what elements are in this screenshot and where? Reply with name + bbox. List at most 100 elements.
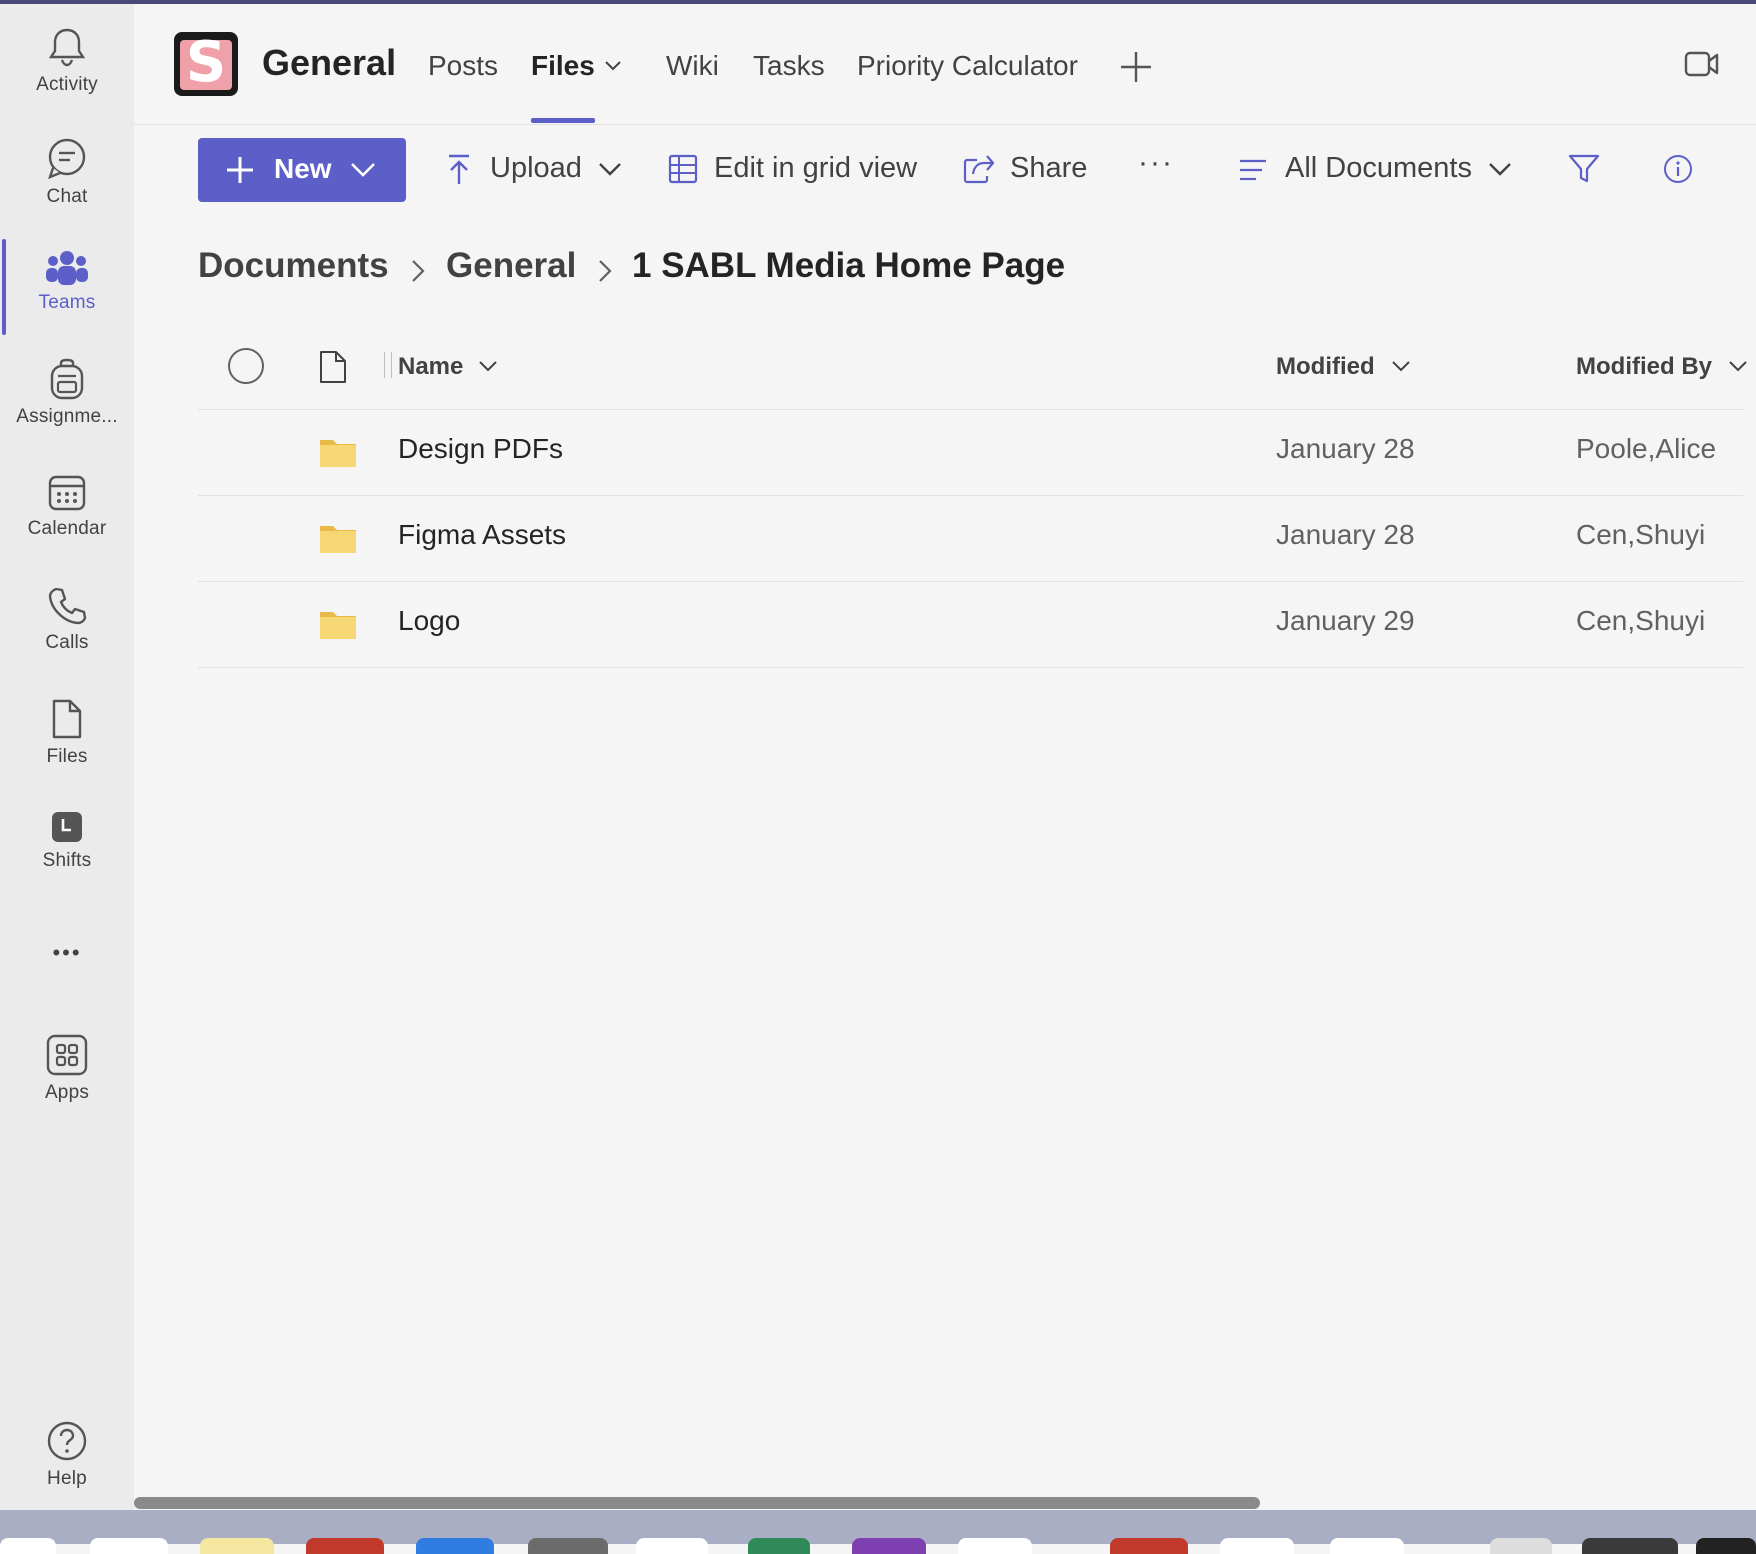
dock-app-icon[interactable] <box>1220 1538 1294 1554</box>
breadcrumb-documents[interactable]: Documents <box>198 246 389 286</box>
rail-help-label: Help <box>47 1468 87 1489</box>
dock-app-icon[interactable] <box>1490 1538 1552 1554</box>
dock-app-icon[interactable] <box>636 1538 708 1554</box>
app-rail: Activity Chat Teams Assignme... Calendar… <box>0 4 134 1510</box>
grid-icon[interactable] <box>668 154 698 184</box>
rail-teams[interactable]: Teams <box>0 250 134 314</box>
rail-apps-label: Apps <box>44 1082 90 1103</box>
rail-teams-label: Teams <box>38 292 96 313</box>
dock-app-icon[interactable] <box>416 1538 494 1554</box>
column-header-modified[interactable]: Modified <box>1276 353 1375 381</box>
channel-header: S General Posts Files Wiki Tasks Priorit… <box>134 4 1756 125</box>
dock-app-icon[interactable] <box>748 1538 810 1554</box>
rail-chat-label: Chat <box>46 186 88 207</box>
dock-app-icon[interactable] <box>306 1538 384 1554</box>
teams-icon <box>46 251 88 285</box>
phone-icon <box>48 587 87 625</box>
dock-app-icon[interactable] <box>1330 1538 1404 1554</box>
rail-shifts[interactable]: Shifts <box>0 810 134 872</box>
chevron-down-icon[interactable] <box>1728 360 1748 372</box>
rail-help[interactable]: Help <box>0 1420 134 1490</box>
tab-tasks[interactable]: Tasks <box>753 50 825 82</box>
tab-priority-calculator[interactable]: Priority Calculator <box>857 50 1078 82</box>
rail-assignments[interactable]: Assignme... <box>0 358 134 428</box>
channel-title: General <box>262 42 397 83</box>
share-icon[interactable] <box>963 154 995 184</box>
row-modified: January 29 <box>1276 605 1415 636</box>
row-name[interactable]: Design PDFs <box>398 433 563 465</box>
new-button-label: New <box>274 153 332 184</box>
rail-activity[interactable]: Activity <box>0 26 134 96</box>
dock-app-icon[interactable] <box>852 1538 926 1554</box>
dock-app-icon[interactable] <box>0 1538 56 1554</box>
plus-icon <box>227 157 253 183</box>
new-button[interactable]: New <box>198 138 406 202</box>
column-resize-handle[interactable] <box>384 352 392 378</box>
dock-app-icon[interactable] <box>528 1538 608 1554</box>
video-call-icon[interactable] <box>1684 50 1720 78</box>
add-tab-icon[interactable] <box>1119 50 1153 84</box>
tab-files[interactable]: Files <box>531 50 595 82</box>
row-modified-by: Cen,Shuyi <box>1576 519 1706 550</box>
chevron-down-icon[interactable] <box>604 60 622 72</box>
bell-icon <box>48 28 86 67</box>
team-logo-letter: S <box>185 32 227 95</box>
share-button[interactable]: Share <box>1010 152 1087 185</box>
dock-app-icon[interactable] <box>1696 1538 1756 1554</box>
apps-icon <box>46 1034 88 1076</box>
dock-app-icon[interactable] <box>200 1538 274 1554</box>
tab-posts[interactable]: Posts <box>428 50 498 82</box>
rail-calendar-label: Calendar <box>27 518 107 539</box>
rail-calls[interactable]: Calls <box>0 586 134 654</box>
rail-files[interactable]: Files <box>0 698 134 768</box>
breadcrumb-current-folder: 1 SABL Media Home Page <box>632 246 1066 285</box>
chevron-down-icon[interactable] <box>1391 360 1411 372</box>
os-dock <box>0 1510 1756 1554</box>
chevron-right-icon <box>412 260 425 282</box>
view-options-icon[interactable] <box>1238 158 1268 182</box>
chevron-down-icon[interactable] <box>1488 162 1512 176</box>
row-name[interactable]: Figma Assets <box>398 519 566 551</box>
horizontal-scrollbar[interactable] <box>134 1497 1260 1509</box>
row-name[interactable]: Logo <box>398 605 460 637</box>
file-icon <box>52 699 82 739</box>
rail-assignments-label: Assignme... <box>16 406 118 427</box>
info-icon[interactable] <box>1663 154 1693 184</box>
breadcrumb-general[interactable]: General <box>446 246 576 286</box>
column-header-modified-by[interactable]: Modified By <box>1576 353 1712 381</box>
rail-chat[interactable]: Chat <box>0 138 134 208</box>
header-divider <box>198 409 1743 410</box>
rail-more-button[interactable]: ••• <box>0 940 134 966</box>
column-header-name[interactable]: Name <box>398 353 463 381</box>
rail-apps[interactable]: Apps <box>0 1034 134 1104</box>
folder-icon <box>320 440 356 467</box>
filter-icon[interactable] <box>1568 154 1600 184</box>
file-type-icon <box>320 351 346 383</box>
rail-files-label: Files <box>46 746 88 767</box>
chevron-down-icon[interactable] <box>598 162 622 176</box>
row-modified-by: Cen,Shuyi <box>1576 605 1706 636</box>
row-divider <box>198 667 1743 668</box>
tab-wiki[interactable]: Wiki <box>666 50 719 82</box>
dock-app-icon[interactable] <box>1110 1538 1188 1554</box>
more-options-button[interactable]: ··· <box>1138 146 1174 180</box>
dock-app-icon[interactable] <box>958 1538 1032 1554</box>
dock-app-icon[interactable] <box>1582 1538 1678 1554</box>
calendar-icon <box>48 475 86 511</box>
rail-calendar[interactable]: Calendar <box>0 474 134 540</box>
row-modified: January 28 <box>1276 433 1415 464</box>
active-tab-indicator <box>531 118 595 123</box>
chevron-down-icon[interactable] <box>478 360 498 372</box>
shifts-icon <box>52 812 82 842</box>
upload-icon[interactable] <box>447 154 471 186</box>
chat-icon <box>48 138 86 180</box>
more-icon: ••• <box>52 940 82 965</box>
edit-grid-view-button[interactable]: Edit in grid view <box>714 152 917 185</box>
team-logo: S <box>174 32 238 96</box>
dock-app-icon[interactable] <box>90 1538 168 1554</box>
view-selector[interactable]: All Documents <box>1285 152 1472 185</box>
row-modified: January 28 <box>1276 519 1415 550</box>
select-all-checkbox[interactable] <box>227 347 265 385</box>
upload-button[interactable]: Upload <box>490 152 582 185</box>
row-modified-by: Poole,Alice <box>1576 433 1717 464</box>
